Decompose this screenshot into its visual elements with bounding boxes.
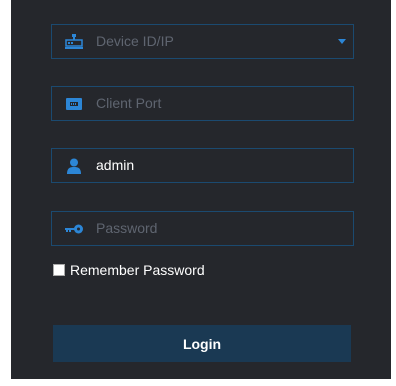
device-id-placeholder: Device ID/IP: [96, 33, 174, 49]
chevron-down-icon[interactable]: [338, 39, 346, 44]
username-value: admin: [96, 157, 135, 173]
password-field[interactable]: Password: [51, 211, 354, 246]
client-port-field[interactable]: Client Port: [51, 86, 354, 121]
client-port-placeholder: Client Port: [96, 95, 162, 111]
password-placeholder: Password: [96, 220, 158, 236]
user-icon: [64, 157, 84, 175]
port-icon: [64, 95, 84, 113]
remember-password-row[interactable]: Remember Password: [53, 262, 205, 278]
remember-password-label[interactable]: Remember Password: [70, 262, 205, 278]
username-field[interactable]: admin: [51, 148, 354, 183]
login-button[interactable]: Login: [53, 325, 351, 362]
login-panel: Device ID/IP Client Port admin Password …: [11, 0, 391, 379]
key-icon: [64, 220, 84, 238]
device-id-select[interactable]: Device ID/IP: [51, 24, 354, 59]
network-device-icon: [64, 33, 84, 51]
remember-password-checkbox[interactable]: [53, 264, 65, 276]
